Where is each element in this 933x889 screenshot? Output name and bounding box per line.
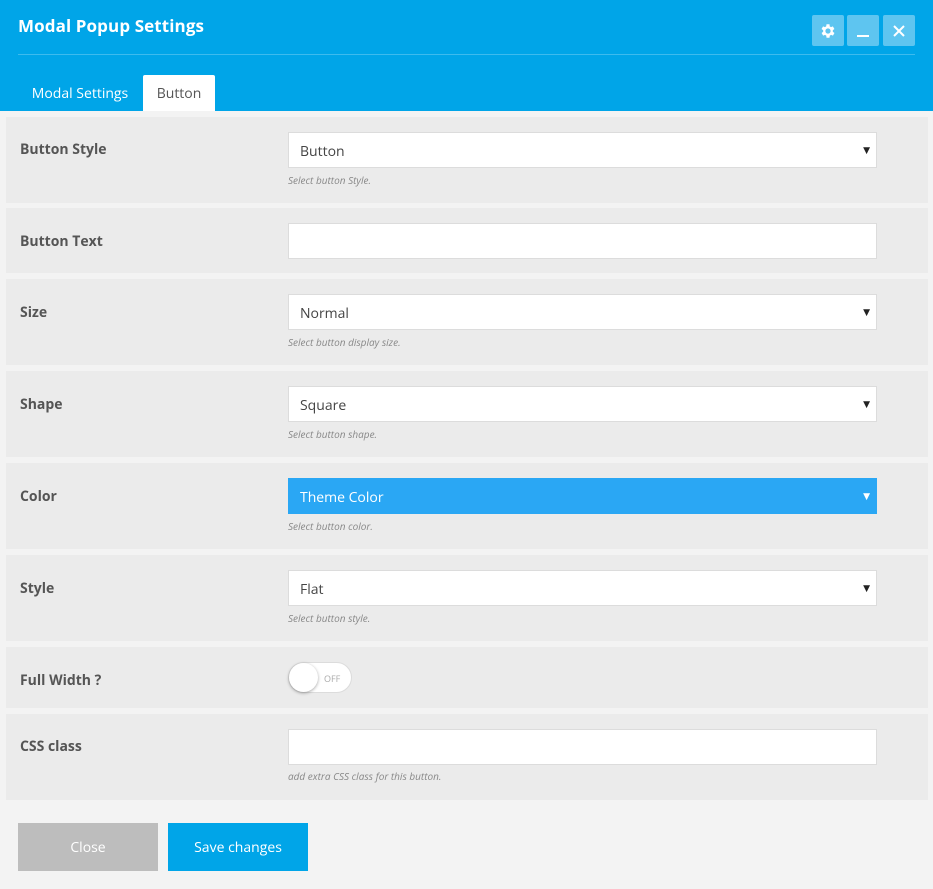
caret-down-icon: ▼ xyxy=(863,397,870,410)
field-label: Shape xyxy=(20,395,63,414)
caret-down-icon: ▼ xyxy=(863,305,870,318)
close-icon xyxy=(893,24,905,37)
field-label: Size xyxy=(20,303,48,322)
toggle-state-label: OFF xyxy=(324,672,341,685)
form-row-style: Style Flat ▼ Select button style. xyxy=(6,555,928,641)
select-value: Flat xyxy=(300,580,324,599)
button-text-input[interactable] xyxy=(288,223,877,259)
form-row-css-class: CSS class add extra CSS class for this b… xyxy=(6,714,928,800)
tab-button[interactable]: Button xyxy=(143,75,215,111)
help-text: Select button shape. xyxy=(288,427,378,441)
tab-modal-settings[interactable]: Modal Settings xyxy=(18,75,142,111)
field-label: CSS class xyxy=(20,737,82,756)
help-text: Select button display size. xyxy=(288,335,401,349)
css-class-input[interactable] xyxy=(288,729,877,765)
gear-icon xyxy=(821,23,835,38)
color-select[interactable]: Theme Color ▼ xyxy=(288,478,877,514)
select-value: Square xyxy=(300,396,347,415)
form-row-shape: Shape Square ▼ Select button shape. xyxy=(6,371,928,457)
caret-down-icon: ▼ xyxy=(863,581,870,594)
caret-down-icon: ▼ xyxy=(863,489,870,502)
form-row-size: Size Normal ▼ Select button display size… xyxy=(6,279,928,365)
save-changes-button[interactable]: Save changes xyxy=(168,823,308,871)
close-window-button[interactable] xyxy=(883,15,915,46)
form-row-button-style: Button Style Button ▼ Select button Styl… xyxy=(6,117,928,203)
help-text: Select button color. xyxy=(288,519,373,533)
select-value: Button xyxy=(300,142,345,161)
caret-down-icon: ▼ xyxy=(863,143,870,156)
settings-button[interactable] xyxy=(812,15,844,46)
field-label: Button Style xyxy=(20,140,107,159)
field-label: Style xyxy=(20,579,55,598)
select-value: Theme Color xyxy=(300,488,384,507)
form-row-full-width: Full Width ? OFF xyxy=(6,647,928,708)
toggle-knob xyxy=(289,663,318,692)
size-select[interactable]: Normal ▼ xyxy=(288,294,877,330)
help-text: add extra CSS class for this button. xyxy=(288,769,442,783)
button-style-select[interactable]: Button ▼ xyxy=(288,132,877,168)
field-label: Full Width ? xyxy=(20,671,102,690)
select-value: Normal xyxy=(300,304,349,323)
full-width-toggle[interactable]: OFF xyxy=(288,662,352,693)
field-label: Color xyxy=(20,487,57,506)
style-select[interactable]: Flat ▼ xyxy=(288,570,877,606)
modal-header: Modal Popup Settings Modal Settings Butt… xyxy=(0,0,933,111)
field-label: Button Text xyxy=(20,232,103,251)
minimize-button[interactable] xyxy=(847,15,879,46)
form-row-color: Color Theme Color ▼ Select button color. xyxy=(6,463,928,549)
minimize-icon xyxy=(857,34,869,37)
help-text: Select button style. xyxy=(288,611,371,625)
modal-title: Modal Popup Settings xyxy=(18,14,205,37)
header-divider xyxy=(18,54,915,55)
close-button[interactable]: Close xyxy=(18,823,158,871)
form-row-button-text: Button Text xyxy=(6,208,928,273)
shape-select[interactable]: Square ▼ xyxy=(288,386,877,422)
help-text: Select button Style. xyxy=(288,173,372,187)
